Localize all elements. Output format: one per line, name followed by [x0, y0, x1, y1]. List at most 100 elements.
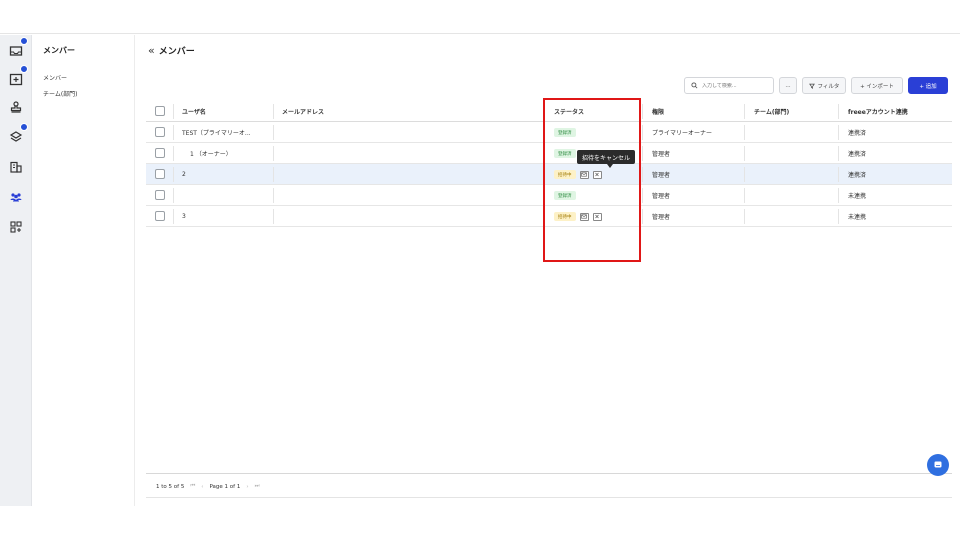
row-checkbox[interactable]: [155, 211, 165, 221]
icon-rail: [0, 35, 32, 506]
column-header-role[interactable]: 権限: [652, 101, 664, 122]
column-header-team[interactable]: チーム(部門): [754, 101, 789, 122]
column-divider: [744, 146, 745, 161]
subnav-title: メンバー: [43, 46, 75, 55]
rail-apps[interactable]: [6, 217, 26, 237]
search-input[interactable]: [702, 82, 762, 89]
cell-role: 管理者: [652, 214, 671, 221]
more-button[interactable]: ...: [779, 77, 797, 94]
first-page-button[interactable]: ⏮: [190, 483, 195, 490]
column-divider: [173, 167, 174, 182]
column-divider: [642, 188, 643, 203]
subnav-item-members[interactable]: メンバー: [43, 73, 67, 82]
rail-stamp[interactable]: [6, 97, 26, 117]
column-divider: [744, 209, 745, 224]
column-divider: [744, 104, 745, 119]
column-divider: [273, 188, 274, 203]
cell-freee: 未連携: [848, 193, 867, 200]
rail-users[interactable]: [6, 187, 26, 207]
column-divider: [273, 125, 274, 140]
bottom-divider: [146, 497, 952, 498]
column-divider: [173, 209, 174, 224]
column-divider: [273, 104, 274, 119]
filter-button[interactable]: フィルタ: [802, 77, 846, 94]
status-column-highlight: [543, 98, 641, 262]
column-header-username[interactable]: ユーザ名: [182, 101, 206, 122]
rail-building[interactable]: [6, 157, 26, 177]
chat-support-button[interactable]: [927, 454, 949, 476]
collapse-chevron-icon[interactable]: «: [148, 44, 155, 57]
column-divider: [838, 125, 839, 140]
pagination: 1 to 5 of 5 ⏮ ‹ Page 1 of 1 › ⏭: [156, 483, 260, 490]
column-divider: [173, 125, 174, 140]
column-divider: [838, 188, 839, 203]
cell-freee: 連携済: [848, 172, 867, 179]
pagination-range: 1 to 5 of 5: [156, 483, 185, 490]
cell-username: TEST（プライマリーオ...: [182, 130, 251, 137]
column-divider: [838, 209, 839, 224]
column-divider: [173, 146, 174, 161]
cell-username: 2: [182, 171, 186, 178]
column-divider: [173, 188, 174, 203]
import-button[interactable]: + インポート: [851, 77, 903, 94]
column-divider: [642, 125, 643, 140]
column-divider: [744, 188, 745, 203]
row-checkbox[interactable]: [155, 148, 165, 158]
cell-freee: 未連携: [848, 214, 867, 221]
sub-navigation: メンバー メンバー チーム(部門): [33, 35, 135, 506]
subnav-item-teams[interactable]: チーム(部門): [43, 89, 78, 98]
next-page-button[interactable]: ›: [246, 484, 248, 490]
row-checkbox[interactable]: [155, 127, 165, 137]
column-divider: [744, 167, 745, 182]
column-divider: [838, 104, 839, 119]
column-divider: [838, 146, 839, 161]
column-divider: [838, 167, 839, 182]
footer-divider: [146, 473, 952, 474]
column-header-email[interactable]: メールアドレス: [282, 101, 324, 122]
column-header-freee[interactable]: freeeアカウント連携: [848, 101, 908, 122]
filter-icon: [808, 83, 815, 89]
rail-calendar[interactable]: [6, 65, 28, 89]
page-label: Page 1 of 1: [209, 483, 241, 490]
cell-role: 管理者: [652, 151, 671, 158]
row-checkbox[interactable]: [155, 190, 165, 200]
column-divider: [273, 209, 274, 224]
layers-icon: [9, 131, 23, 142]
cell-username: 3: [182, 213, 186, 220]
column-divider: [744, 125, 745, 140]
notification-dot: [20, 37, 28, 45]
row-checkbox[interactable]: [155, 169, 165, 179]
column-divider: [642, 104, 643, 119]
column-divider: [642, 146, 643, 161]
chat-icon: [934, 461, 942, 468]
last-page-button[interactable]: ⏭: [255, 483, 260, 490]
column-divider: [273, 167, 274, 182]
page-title-text: メンバー: [158, 47, 195, 57]
calendar-add-icon: [9, 73, 23, 86]
building-icon: [10, 161, 22, 173]
cell-role: 管理者: [652, 172, 671, 179]
apps-icon: [10, 221, 22, 233]
column-divider: [273, 146, 274, 161]
rail-inbox[interactable]: [6, 37, 28, 61]
cell-username: 1 （オーナー）: [190, 151, 232, 158]
add-button[interactable]: + 追加: [908, 77, 948, 94]
search-icon: [691, 82, 698, 89]
page-title: « メンバー: [148, 44, 195, 57]
column-divider: [173, 104, 174, 119]
stamp-icon: [10, 101, 22, 113]
prev-page-button[interactable]: ‹: [201, 484, 203, 490]
filter-label: フィルタ: [817, 83, 840, 90]
search-box[interactable]: [684, 77, 774, 94]
notification-dot: [20, 65, 28, 73]
select-all-checkbox[interactable]: [155, 106, 165, 116]
notification-dot: [20, 123, 28, 131]
users-icon: [10, 193, 22, 202]
column-divider: [642, 209, 643, 224]
rail-layers[interactable]: [6, 123, 28, 147]
column-divider: [642, 167, 643, 182]
cell-freee: 連携済: [848, 151, 867, 158]
cell-freee: 連携済: [848, 130, 867, 137]
top-bar: [0, 0, 960, 34]
inbox-icon: [9, 46, 23, 56]
